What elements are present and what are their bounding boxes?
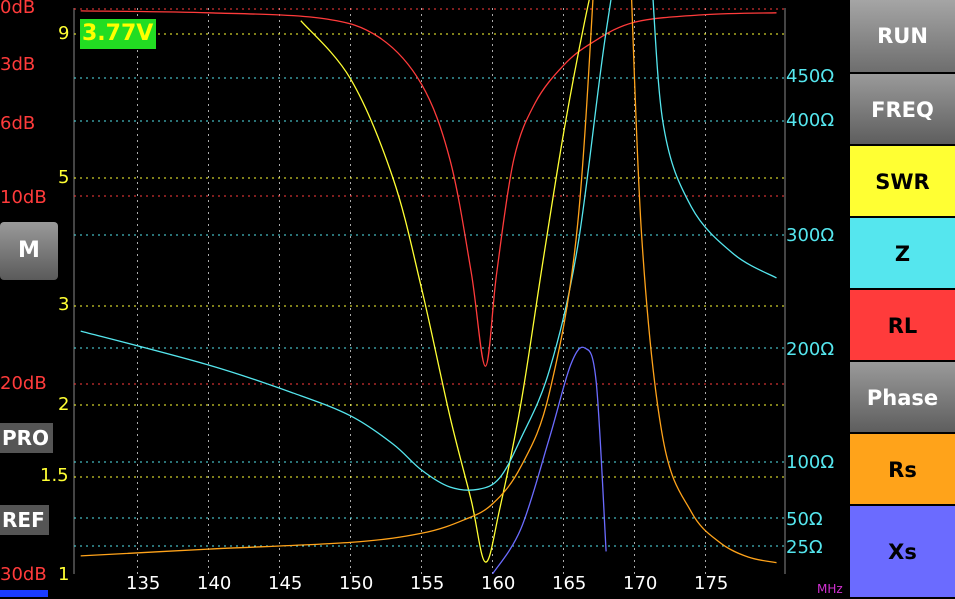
z-label-400: 400Ω bbox=[786, 110, 835, 131]
z-label-450: 450Ω bbox=[786, 66, 835, 87]
freq-tick-165: 165 bbox=[552, 573, 587, 594]
ref-button[interactable]: REF bbox=[0, 505, 49, 535]
xs-button[interactable]: Xs bbox=[850, 504, 955, 597]
freq-tick-170: 170 bbox=[623, 573, 658, 594]
z-label-50: 50Ω bbox=[786, 509, 823, 530]
swr-label-1-5: 1.5 bbox=[40, 465, 69, 486]
freq-tick-145: 145 bbox=[268, 573, 303, 594]
rl-label-10db: 10dB bbox=[0, 187, 47, 208]
swr-label-1: 1 bbox=[58, 564, 70, 585]
rl-label-0db: 0dB bbox=[0, 0, 36, 18]
rl-label-20db: 20dB bbox=[0, 373, 47, 394]
freq-button[interactable]: FREQ bbox=[850, 72, 955, 144]
z-label-100: 100Ω bbox=[786, 452, 835, 473]
freq-tick-155: 155 bbox=[410, 573, 445, 594]
z-button[interactable]: Z bbox=[850, 216, 955, 288]
rs-button[interactable]: Rs bbox=[850, 432, 955, 504]
freq-tick-135: 135 bbox=[126, 573, 161, 594]
z-label-25: 25Ω bbox=[786, 537, 823, 558]
freq-tick-160: 160 bbox=[481, 573, 516, 594]
swr-label-9: 9 bbox=[58, 23, 70, 44]
rl-label-3db: 3dB bbox=[0, 54, 36, 75]
phase-button[interactable]: Phase bbox=[850, 360, 955, 432]
rl-label-6db: 6dB bbox=[0, 113, 36, 134]
swr-label-5: 5 bbox=[58, 167, 70, 188]
freq-tick-150: 150 bbox=[339, 573, 374, 594]
swr-label-2: 2 bbox=[58, 394, 70, 415]
run-button[interactable]: RUN bbox=[850, 0, 955, 72]
swr-button[interactable]: SWR bbox=[850, 144, 955, 216]
voltage-readout: 3.77V bbox=[80, 19, 156, 49]
z-label-200: 200Ω bbox=[786, 339, 835, 360]
freq-tick-175: 175 bbox=[694, 573, 729, 594]
freq-unit-label: MHz bbox=[817, 582, 843, 596]
rl-button[interactable]: RL bbox=[850, 288, 955, 360]
pro-button[interactable]: PRO bbox=[0, 423, 54, 453]
z-label-300: 300Ω bbox=[786, 225, 835, 246]
status-bar-indicator bbox=[0, 590, 48, 597]
rl-label-30db: 30dB bbox=[0, 564, 47, 585]
freq-tick-140: 140 bbox=[197, 573, 232, 594]
swr-label-3: 3 bbox=[58, 294, 70, 315]
curve-swr bbox=[300, 0, 590, 563]
measurement-plot bbox=[73, 0, 786, 574]
curve-z bbox=[80, 0, 777, 491]
curve-rl bbox=[80, 10, 777, 367]
marker-button[interactable]: M bbox=[0, 222, 58, 280]
curve-rs bbox=[80, 0, 777, 564]
plot-curves bbox=[80, 0, 777, 574]
